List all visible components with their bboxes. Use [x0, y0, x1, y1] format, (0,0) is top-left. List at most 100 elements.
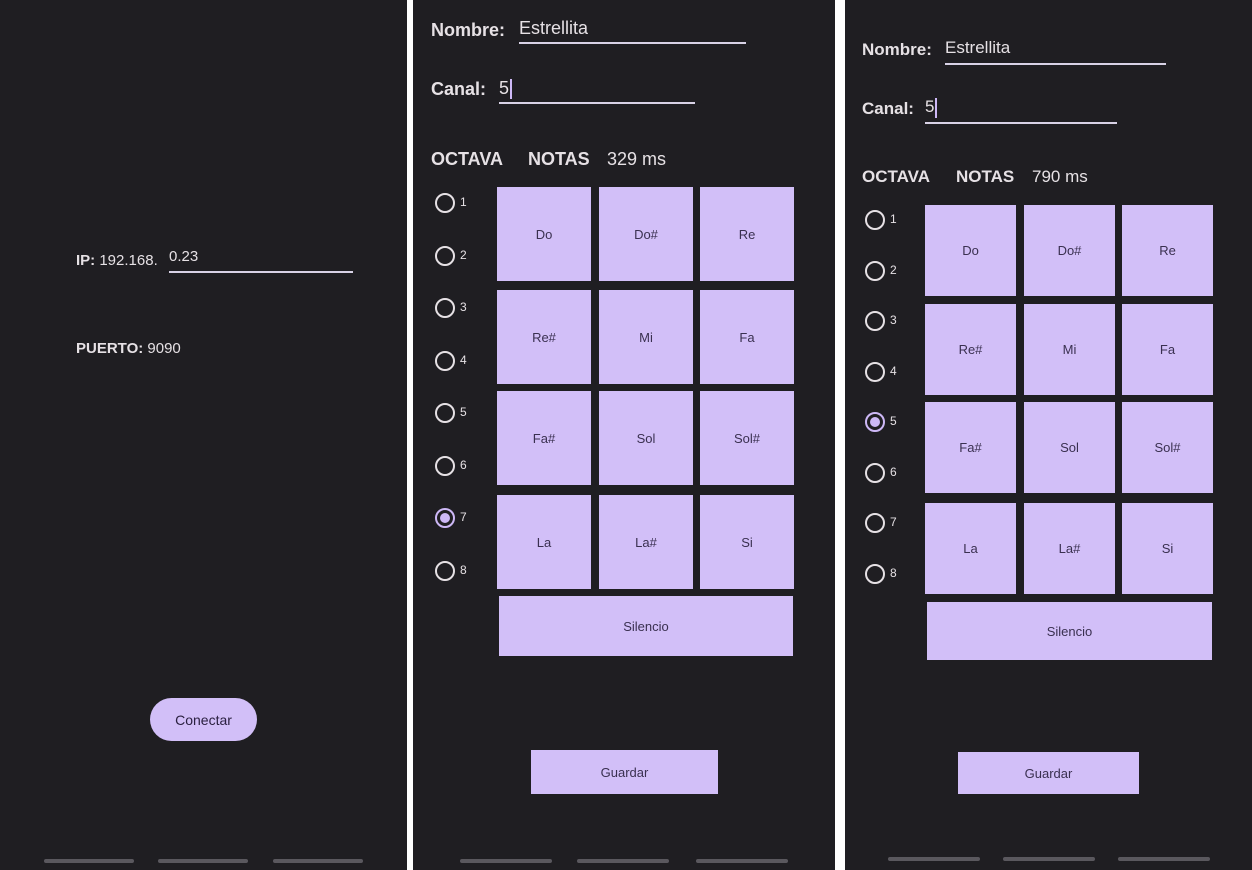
octave-radio-8[interactable]	[865, 563, 885, 584]
text-cursor	[510, 79, 513, 100]
connect-screen: IP: 192.168. 0.23 PUERTO: 9090 Conectar	[0, 0, 407, 870]
nav-bar-right	[696, 859, 788, 863]
silence-button[interactable]: Silencio	[927, 602, 1212, 660]
ip-prefix: 192.168.	[99, 252, 158, 269]
note-button-label: Do#	[634, 226, 658, 242]
note-button-label: Re	[738, 226, 756, 242]
note-button-mi[interactable]: Mi	[599, 290, 693, 384]
octave-radio-2[interactable]	[865, 260, 885, 281]
note-button-label: Re#	[532, 329, 556, 345]
note-button-do[interactable]: Do	[925, 205, 1016, 296]
nav-bar-left	[44, 859, 134, 863]
note-button-si[interactable]: Si	[1122, 503, 1213, 594]
silence-button-label: Silencio	[623, 618, 669, 634]
note-button-do[interactable]: Do	[497, 187, 591, 281]
silence-button[interactable]: Silencio	[499, 596, 793, 656]
ip-row: IP: 192.168.	[76, 252, 158, 269]
note-button-label: Sol	[1060, 440, 1079, 455]
octave-radio-label: 6	[890, 464, 897, 479]
octave-radio-1[interactable]	[435, 193, 455, 213]
nav-bar-right	[273, 859, 363, 863]
name-label: Nombre:	[431, 20, 506, 40]
note-button-label: Fa#	[532, 430, 556, 446]
channel-input-value: 5	[499, 78, 510, 98]
note-button-re-sharp[interactable]: Re#	[497, 290, 591, 384]
note-button-label: La	[963, 541, 978, 556]
nav-bar-right	[1118, 857, 1210, 861]
save-button[interactable]: Guardar	[958, 752, 1139, 794]
nav-bar-center	[158, 859, 248, 863]
channel-input-underline	[499, 102, 695, 104]
nav-bar-center	[577, 859, 669, 863]
octave-radio-8[interactable]	[435, 560, 455, 581]
port-label: PUERTO:	[76, 340, 144, 357]
octave-radio-label: 5	[890, 414, 897, 428]
octave-radio-3[interactable]	[435, 298, 455, 318]
channel-input[interactable]: 5	[499, 78, 695, 102]
save-button-label: Guardar	[1024, 765, 1073, 781]
octave-radio-3[interactable]	[865, 311, 885, 331]
silence-button-label: Silencio	[1046, 623, 1093, 639]
name-input-value: Estrellita	[519, 18, 589, 38]
port-value[interactable]: 9090	[147, 340, 180, 357]
note-button-label: Fa	[739, 329, 755, 345]
channel-input-underline	[925, 122, 1117, 124]
octave-radio-2[interactable]	[435, 245, 455, 266]
save-button-label: Guardar	[600, 764, 649, 780]
note-button-sol[interactable]: Sol	[599, 391, 693, 485]
note-button-la-sharp[interactable]: La#	[599, 495, 693, 589]
note-button-mi[interactable]: Mi	[1024, 304, 1115, 395]
octave-radio-1[interactable]	[865, 210, 885, 230]
note-button-la[interactable]: La	[925, 503, 1016, 594]
name-input-value: Estrellita	[945, 38, 1011, 57]
note-button-label: Re#	[958, 342, 983, 357]
name-input[interactable]: Estrellita	[519, 18, 746, 42]
note-button-la[interactable]: La	[497, 495, 591, 589]
note-button-sol-sharp[interactable]: Sol#	[700, 391, 794, 485]
note-button-label: La#	[1058, 541, 1081, 556]
note-button-do-sharp[interactable]: Do#	[599, 187, 693, 281]
note-button-label: Si	[1161, 541, 1174, 556]
octave-radio-4[interactable]	[435, 350, 455, 371]
name-label: Nombre:	[862, 40, 932, 59]
name-input[interactable]: Estrellita	[945, 38, 1166, 62]
note-button-sol[interactable]: Sol	[1024, 402, 1115, 493]
channel-input[interactable]: 5	[925, 97, 1117, 121]
editor-screen-a: Nombre: Estrellita Canal: 5 OCTAVA NOTAS…	[413, 0, 835, 870]
octave-radio-6[interactable]	[435, 455, 455, 476]
octave-header: OCTAVA	[862, 167, 930, 186]
note-button-label: Do	[535, 226, 553, 242]
save-button[interactable]: Guardar	[531, 750, 718, 794]
octave-radio-4[interactable]	[865, 361, 885, 382]
note-button-do-sharp[interactable]: Do#	[1024, 205, 1115, 296]
note-button-la-sharp[interactable]: La#	[1024, 503, 1115, 594]
note-button-fa-sharp[interactable]: Fa#	[925, 402, 1016, 493]
note-button-fa[interactable]: Fa	[1122, 304, 1213, 395]
notes-header: NOTAS	[956, 167, 1015, 186]
note-button-label: Fa	[1159, 342, 1176, 357]
note-button-label: La#	[635, 534, 657, 550]
note-button-re-sharp[interactable]: Re#	[925, 304, 1016, 395]
duration-value: 329 ms	[607, 149, 667, 169]
octave-radio-label: 4	[460, 352, 467, 367]
note-button-sol-sharp[interactable]: Sol#	[1122, 402, 1213, 493]
octave-radio-label: 2	[890, 262, 897, 277]
octave-radio-label: 1	[460, 195, 467, 209]
ip-input[interactable]: 0.23	[169, 248, 353, 272]
note-button-fa-sharp[interactable]: Fa#	[497, 391, 591, 485]
editor-screen-b: Nombre: Estrellita Canal: 5 OCTAVA NOTAS…	[845, 0, 1252, 870]
note-button-label: Si	[741, 534, 753, 550]
connect-button[interactable]: Conectar	[150, 698, 257, 741]
note-button-label: Sol#	[733, 430, 761, 446]
note-button-label: Sol#	[1154, 440, 1181, 455]
channel-input-value: 5	[925, 97, 935, 116]
octave-radio-5[interactable]	[865, 412, 885, 432]
octave-radio-7[interactable]	[865, 513, 885, 533]
note-button-re[interactable]: Re	[700, 187, 794, 281]
octave-radio-5[interactable]	[435, 403, 455, 423]
octave-radio-7[interactable]	[435, 508, 455, 528]
note-button-si[interactable]: Si	[700, 495, 794, 589]
note-button-fa[interactable]: Fa	[700, 290, 794, 384]
note-button-re[interactable]: Re	[1122, 205, 1213, 296]
octave-radio-6[interactable]	[865, 462, 885, 483]
